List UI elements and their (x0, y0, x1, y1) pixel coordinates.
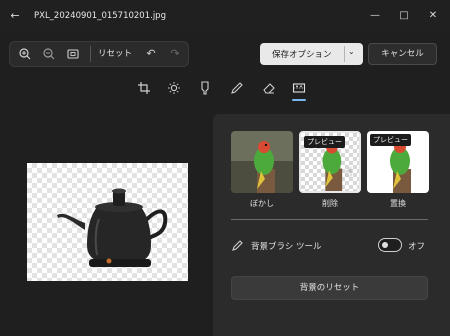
reset-button[interactable]: リセット (98, 47, 132, 59)
redo-icon[interactable]: ↷ (167, 46, 183, 62)
hand-cursor-icon: ☝ (345, 165, 353, 179)
preview-badge: プレビュー (370, 134, 411, 146)
toggle-knob (382, 242, 388, 248)
parrot-image (231, 131, 293, 193)
close-icon[interactable]: ✕ (426, 9, 440, 23)
brightness-icon[interactable] (166, 80, 182, 96)
preview-badge: プレビュー (304, 136, 345, 148)
fit-to-window-icon[interactable] (65, 46, 81, 62)
remove-option-caption: 削除 (322, 199, 338, 208)
cancel-button[interactable]: キャンセル (368, 43, 437, 65)
toggle-state-label: オフ (408, 242, 426, 252)
background-brush-label: 背景ブラシ ツール (251, 242, 322, 252)
pen-icon[interactable] (229, 80, 245, 96)
replace-option-thumbnail[interactable]: プレビュー (367, 131, 429, 193)
zoom-in-icon[interactable] (17, 46, 33, 62)
save-split-divider (344, 46, 345, 62)
eraser-icon[interactable] (261, 80, 277, 96)
background-icon[interactable] (291, 80, 307, 96)
back-arrow-icon[interactable]: ← (8, 9, 22, 23)
remove-option-thumbnail[interactable]: プレビュー ☝ (299, 131, 361, 193)
chevron-down-icon[interactable]: ⌄ (348, 47, 355, 56)
crop-icon[interactable] (136, 80, 152, 96)
image-canvas[interactable] (27, 163, 188, 281)
save-options-button[interactable]: 保存オプション ⌄ (260, 43, 363, 65)
replace-option-caption: 置換 (390, 199, 406, 208)
panel-divider (231, 219, 428, 220)
undo-icon[interactable]: ↶ (143, 46, 159, 62)
maximize-icon[interactable]: □ (397, 9, 411, 23)
toolbar-separator (90, 46, 91, 62)
minimize-icon[interactable]: — (368, 9, 382, 23)
kettle-image (57, 188, 168, 267)
save-options-label: 保存オプション (272, 50, 332, 60)
blur-option-thumbnail[interactable] (231, 131, 293, 193)
filter-icon[interactable] (197, 80, 213, 96)
selected-tool-indicator (292, 99, 306, 101)
brush-icon (231, 238, 245, 252)
blur-option-caption: ぼかし (250, 199, 274, 208)
window-title: PXL_20240901_015710201.jpg (34, 11, 166, 21)
zoom-out-icon[interactable] (41, 46, 57, 62)
reset-background-button[interactable]: 背景のリセット (231, 276, 428, 300)
background-brush-toggle[interactable] (378, 238, 402, 252)
